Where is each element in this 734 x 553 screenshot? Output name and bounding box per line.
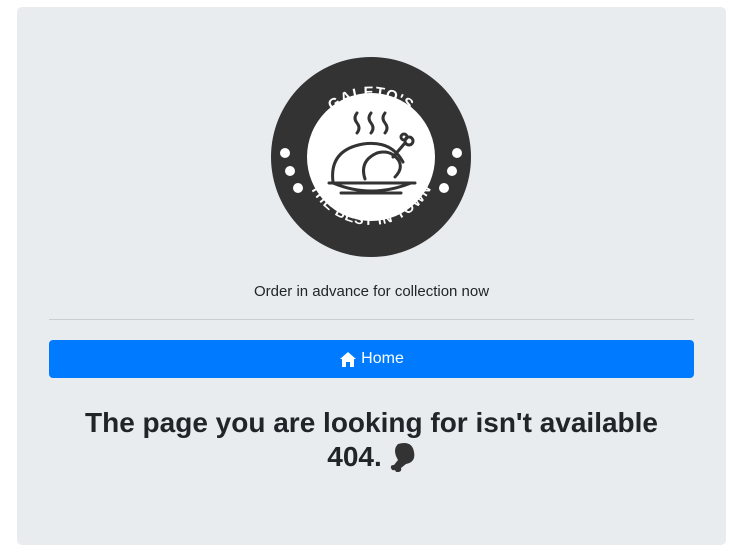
home-icon (340, 351, 357, 367)
error-code: 404. (327, 441, 382, 472)
drumstick-icon (390, 443, 415, 472)
divider (49, 319, 694, 320)
tagline: Order in advance for collection now (253, 283, 490, 300)
galetos-logo: GALETO'S THE BEST IN TOWN (271, 57, 471, 257)
error-text: The page you are looking for isn't avail… (84, 407, 658, 438)
home-button[interactable]: Home (49, 340, 694, 378)
error-message: The page you are looking for isn't avail… (17, 406, 726, 474)
content-card: GALETO'S THE BEST IN TOWN Order in advan… (17, 7, 726, 545)
home-button-label: Home (361, 350, 404, 367)
